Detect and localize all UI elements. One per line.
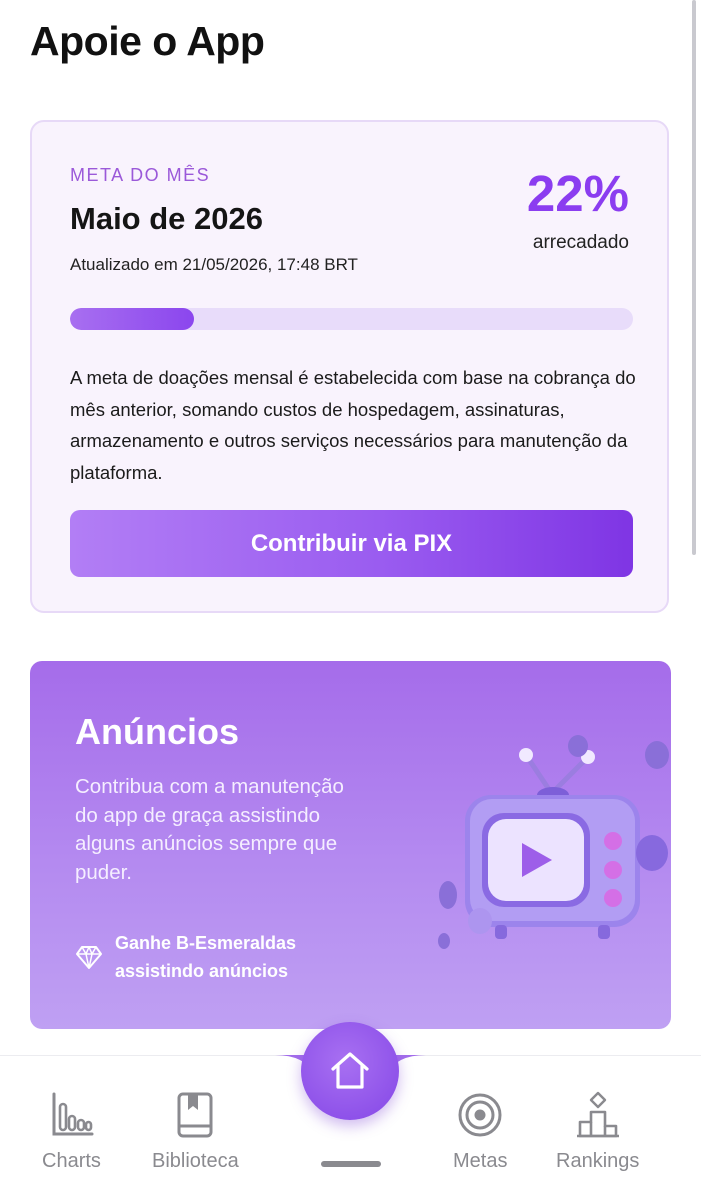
home-button[interactable]	[301, 1022, 399, 1120]
goal-progress-bar	[70, 308, 633, 330]
nav-label-rankings: Rankings	[556, 1150, 640, 1172]
goal-percent-caption: arrecadado	[532, 232, 629, 253]
goal-percent: 22%	[526, 165, 629, 222]
goal-eyebrow: META DO MÊS	[70, 165, 211, 185]
contribute-pix-button[interactable]: Contribuir via PIX	[70, 510, 633, 577]
page-title: Apoie o App	[30, 18, 265, 64]
tv-icon	[438, 735, 669, 949]
monthly-goal-card: META DO MÊS Maio de 2026 Atualizado em 2…	[30, 120, 669, 613]
goal-description: A meta de doações mensal é estabelecida …	[70, 367, 636, 483]
ads-description: Contribua com a manutenção do app de gra…	[75, 775, 344, 884]
ads-title: Anúncios	[75, 711, 240, 752]
nav-item-rankings[interactable]: Rankings	[556, 1090, 639, 1173]
nav-label-metas: Metas	[453, 1150, 508, 1172]
podium-icon	[576, 1091, 619, 1138]
home-icon	[331, 1052, 369, 1089]
nav-item-charts[interactable]: Charts	[42, 1090, 101, 1173]
goal-updated-timestamp: Atualizado em 21/05/2026, 17:48 BRT	[70, 255, 358, 274]
gem-icon	[76, 946, 102, 969]
ads-reward: Ganhe B-Esmeraldas assistindo anúncios	[73, 929, 335, 985]
ads-card[interactable]: Anúncios Contribua com a manutenção do a…	[30, 661, 671, 1029]
scrollbar[interactable]	[692, 0, 696, 555]
home-indicator	[321, 1161, 381, 1167]
nav-label-biblioteca: Biblioteca	[152, 1150, 239, 1172]
target-icon	[458, 1093, 502, 1137]
goal-progress-fill	[70, 308, 194, 330]
book-icon	[177, 1092, 213, 1138]
nav-item-biblioteca[interactable]: Biblioteca	[152, 1090, 239, 1173]
ads-reward-text: Ganhe B-Esmeraldas assistindo anúncios	[115, 933, 297, 981]
nav-item-metas[interactable]: Metas	[453, 1090, 507, 1173]
bar-chart-icon	[52, 1092, 94, 1136]
nav-label-charts: Charts	[42, 1150, 101, 1172]
goal-month: Maio de 2026	[70, 201, 263, 236]
